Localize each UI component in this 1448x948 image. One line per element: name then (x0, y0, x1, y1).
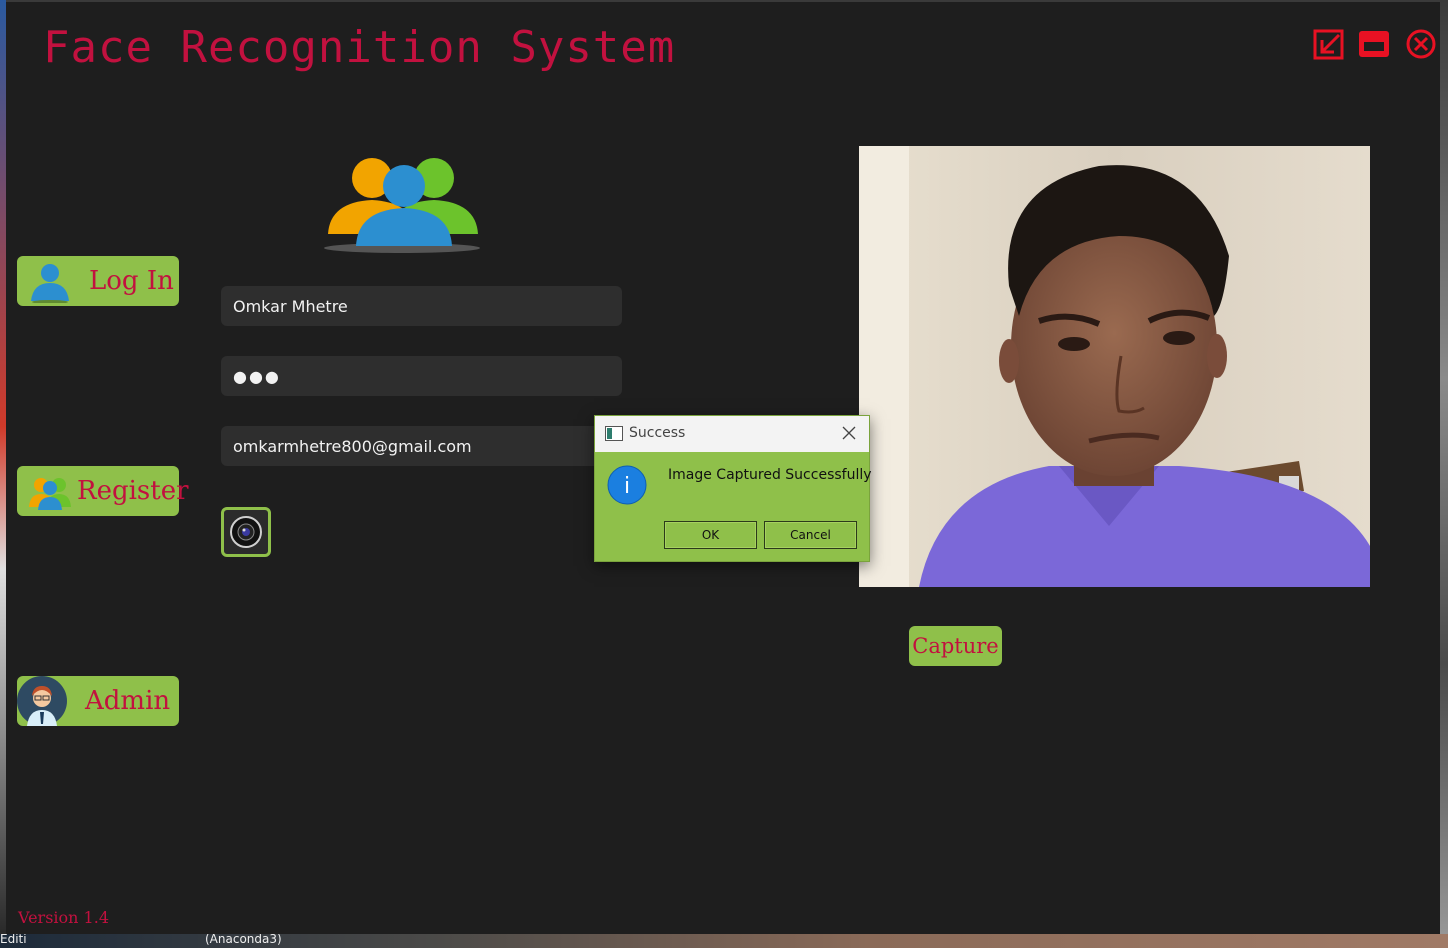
window-icon (605, 426, 623, 441)
dialog-message: Image Captured Successfully (668, 467, 872, 483)
captured-face-image (859, 146, 1370, 587)
dialog-titlebar: Success (595, 416, 869, 452)
close-circle-icon[interactable] (1405, 28, 1437, 60)
users-icon (29, 478, 71, 510)
users-group-icon (324, 158, 480, 253)
register-label: Register (77, 476, 189, 506)
register-button[interactable]: Register (17, 466, 189, 516)
info-icon: i (607, 465, 647, 505)
name-field[interactable]: Omkar Mhetre (221, 286, 622, 326)
user-icon (31, 264, 69, 303)
camera-icon (230, 516, 262, 548)
email-field[interactable]: omkarmhetre800@gmail.com (221, 426, 622, 466)
login-button[interactable]: Log In (17, 256, 179, 306)
restore-down-icon[interactable] (1313, 28, 1345, 60)
dialog-title: Success (629, 425, 686, 441)
admin-avatar-icon (17, 676, 67, 726)
camera-button[interactable] (221, 507, 271, 557)
password-field[interactable]: ●●● (221, 356, 622, 396)
admin-label: Admin (85, 686, 171, 716)
success-dialog: Success i Image Captured Successfully OK… (594, 415, 872, 562)
desktop-right-edge (1440, 0, 1448, 948)
capture-button[interactable]: Capture (909, 626, 1002, 666)
taskbar-middle-text: (Anaconda3) (205, 932, 282, 946)
admin-button[interactable]: Admin (17, 676, 179, 726)
maximize-icon[interactable] (1358, 28, 1390, 60)
ok-button[interactable]: OK (664, 521, 757, 549)
version-label: Version 1.4 (18, 908, 109, 927)
login-label: Log In (89, 266, 174, 296)
taskbar-left-text: Editi (0, 932, 27, 946)
cancel-button[interactable]: Cancel (764, 521, 857, 549)
svg-text:i: i (624, 474, 630, 499)
close-icon[interactable] (841, 425, 857, 441)
app-title: Face Recognition System (43, 22, 676, 73)
desktop-bottom-strip: Editi (Anaconda3) (0, 932, 1448, 948)
